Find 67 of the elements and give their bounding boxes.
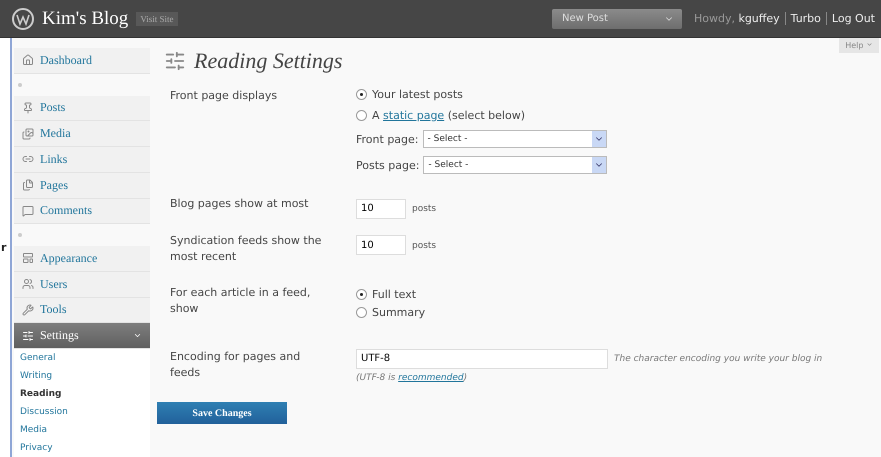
- radio-button[interactable]: [356, 89, 367, 100]
- unit-text: posts: [412, 240, 436, 250]
- radio-button[interactable]: [356, 288, 367, 300]
- user-link[interactable]: kguffey: [738, 12, 780, 25]
- field-label: For each article in a feed, show: [170, 284, 312, 316]
- select-dropdown[interactable]: - Select -: [423, 156, 608, 174]
- menu-icon: [22, 102, 34, 114]
- logo-icon: [12, 8, 34, 30]
- field-label: Encoding for pages and feeds: [170, 348, 302, 380]
- sidebar-item[interactable]: Settings: [14, 323, 150, 350]
- save-button[interactable]: Save Changes: [157, 402, 287, 424]
- number-field[interactable]: 10: [356, 198, 406, 218]
- sidebar-item[interactable]: Tools: [14, 298, 150, 324]
- separator-icon: [18, 82, 22, 87]
- submenu-item[interactable]: Privacy: [14, 439, 150, 457]
- sidebar-item[interactable]: Comments: [14, 198, 150, 224]
- menu-icon: [22, 278, 34, 290]
- sidebar-item[interactable]: Media: [14, 121, 150, 148]
- submenu-item[interactable]: General: [14, 349, 150, 368]
- radio-button[interactable]: [356, 110, 367, 121]
- menu-icon: [22, 330, 34, 342]
- page-title: Reading Settings: [194, 48, 342, 74]
- unit-text: posts: [412, 204, 436, 214]
- menu-icon: [22, 179, 34, 192]
- static-page-link[interactable]: static page: [383, 109, 444, 122]
- option-label: A static page (select below): [372, 109, 525, 122]
- turbo-link[interactable]: Turbo: [784, 12, 821, 25]
- submenu-item[interactable]: Media: [14, 421, 150, 440]
- field-label: Syndication feeds show the most recent: [170, 232, 322, 264]
- site-title: Kim's Blog: [42, 8, 128, 30]
- menu-icon: [22, 54, 34, 66]
- sidebar-item[interactable]: Links: [14, 147, 150, 173]
- sidebar-item[interactable]: Dashboard: [14, 48, 150, 74]
- select-label: Posts page:: [356, 158, 420, 172]
- visit-site-button[interactable]: Visit Site: [136, 12, 178, 26]
- settings-icon: [164, 50, 186, 72]
- menu-icon: [22, 252, 34, 264]
- encoding-field[interactable]: UTF-8: [356, 348, 608, 368]
- separator-icon: [18, 233, 22, 238]
- new-post-button[interactable]: New Post: [552, 8, 682, 28]
- radio-button[interactable]: [356, 306, 367, 318]
- number-field[interactable]: 10: [356, 235, 406, 255]
- cut-off-text: r: [1, 241, 8, 254]
- sidebar-item[interactable]: Pages: [14, 172, 150, 199]
- hint-text: (UTF-8 is recommended): [356, 372, 468, 382]
- sidebar-item[interactable]: Users: [14, 272, 150, 298]
- option-label: Full text: [372, 288, 416, 300]
- submenu-item[interactable]: Discussion: [14, 403, 150, 422]
- logout-link[interactable]: Log Out: [826, 12, 875, 25]
- menu-icon: [22, 128, 34, 140]
- menu-icon: [22, 204, 34, 217]
- caret-icon: [866, 41, 873, 48]
- recommended-link[interactable]: recommended: [398, 372, 464, 382]
- option-label: Summary: [372, 306, 426, 318]
- help-button[interactable]: Help: [839, 38, 879, 53]
- description-text: The character encoding you write your blog in: [614, 354, 822, 364]
- submenu-item[interactable]: Writing: [14, 367, 150, 386]
- select-dropdown[interactable]: - Select -: [422, 130, 606, 148]
- submenu-item[interactable]: Reading: [14, 385, 150, 404]
- option-label: Your latest posts: [372, 88, 463, 101]
- menu-icon: [22, 304, 34, 316]
- field-label: Front page displays: [170, 88, 278, 104]
- howdy-text: Howdy, kguffey: [694, 12, 780, 25]
- sidebar-item[interactable]: Appearance: [14, 246, 150, 272]
- sidebar-item[interactable]: Posts: [14, 96, 150, 122]
- field-label: Blog pages show at most: [170, 196, 310, 212]
- select-label: Front page:: [356, 132, 418, 146]
